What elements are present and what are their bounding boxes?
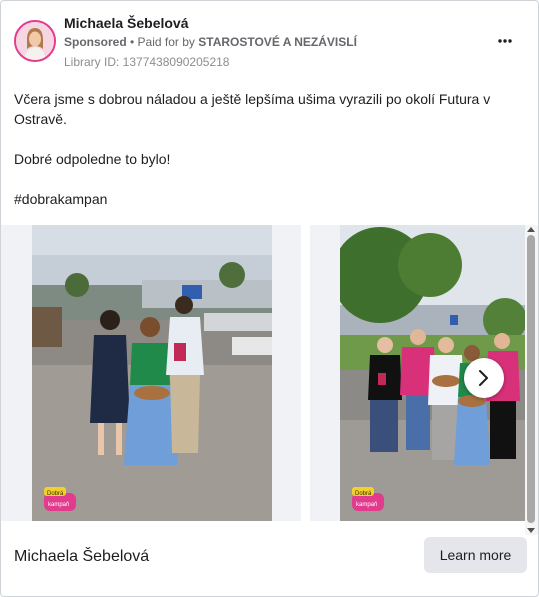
scrollbar[interactable] xyxy=(525,225,538,535)
scroll-down-arrow-icon[interactable] xyxy=(527,528,535,533)
badge-text: kampaň xyxy=(356,502,377,508)
more-horizontal-icon xyxy=(498,39,512,43)
scroll-thumb[interactable] xyxy=(527,235,535,523)
author-name[interactable]: Michaela Šebelová xyxy=(64,15,189,31)
carousel-next-button[interactable] xyxy=(464,358,504,398)
footer-page-name[interactable]: Michaela Šebelová xyxy=(14,548,149,566)
badge-text: kampaň xyxy=(48,502,69,508)
badge-text: Dobrá xyxy=(355,491,372,497)
learn-more-button[interactable]: Learn more xyxy=(424,537,527,573)
library-id: Library ID: 1377438090205218 xyxy=(64,55,230,69)
body-paragraph: Dobré odpoledne to bylo! xyxy=(14,151,171,167)
ad-body-text: Včera jsme s dobrou náladou a ještě lepš… xyxy=(14,89,519,229)
scroll-up-arrow-icon[interactable] xyxy=(527,227,535,232)
hashtag-link[interactable]: #dobrakampan xyxy=(14,189,519,209)
campaign-photo[interactable]: Dobrá kampaň xyxy=(32,225,272,521)
carousel-slide[interactable]: Dobrá kampaň xyxy=(1,225,301,521)
avatar[interactable] xyxy=(14,20,56,62)
body-paragraph: Včera jsme s dobrou náladou a ještě lepš… xyxy=(14,91,491,127)
sponsored-label: Sponsored xyxy=(64,35,127,49)
paid-for-prefix: Paid for by xyxy=(137,35,199,49)
sponsor-line: Sponsored • Paid for by STAROSTOVÉ A NEZ… xyxy=(64,35,357,49)
more-options-button[interactable] xyxy=(492,31,518,51)
image-carousel[interactable]: Dobrá kampaň Dobrá kampaň xyxy=(1,225,525,521)
ad-card: Michaela Šebelová Sponsored • Paid for b… xyxy=(0,0,539,597)
meta-separator: • xyxy=(126,35,138,49)
payer-name[interactable]: STAROSTOVÉ A NEZÁVISLÍ xyxy=(198,35,357,49)
chevron-right-icon xyxy=(479,370,488,386)
badge-text: Dobrá xyxy=(47,491,64,497)
